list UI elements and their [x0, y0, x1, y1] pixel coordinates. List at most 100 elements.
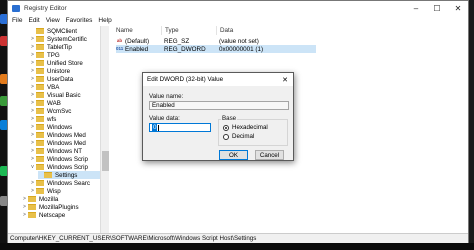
registry-tree[interactable]: SQMClient > SystemCertific > TabletTip > TP… [8, 26, 109, 233]
cancel-button[interactable]: Cancel [255, 150, 284, 160]
folder-icon [36, 180, 44, 186]
tree-item-settings[interactable]: Settings [38, 171, 100, 179]
value-name-label: Value name: [149, 93, 184, 100]
tree-item-label: wfs [47, 115, 57, 123]
tree-item-label: Unified Store [47, 59, 83, 67]
menu-help[interactable]: Help [98, 17, 111, 24]
list-item-enabled[interactable]: 011 Enabled REG_DWORD 0x00000001 (1) [116, 45, 316, 53]
radio-selected-icon[interactable] [223, 124, 229, 131]
expand-icon[interactable]: > [30, 84, 35, 90]
tree-item[interactable]: > WAB [30, 99, 61, 107]
text-caret [158, 124, 160, 131]
expand-icon[interactable]: > [30, 44, 35, 50]
tree-item[interactable]: > Windows NT [30, 147, 82, 155]
folder-icon [36, 156, 44, 162]
menu-file[interactable]: File [12, 17, 22, 24]
expand-icon[interactable]: > [30, 156, 35, 162]
tree-item[interactable]: > Visual Basic [30, 91, 81, 99]
maximize-icon[interactable]: ☐ [427, 1, 447, 15]
menu-edit[interactable]: Edit [28, 17, 39, 24]
expand-icon[interactable]: > [22, 212, 27, 218]
tree-item[interactable]: > Windows Scrip [30, 155, 88, 163]
folder-open-icon [36, 164, 44, 170]
value-name-field[interactable]: Enabled [149, 101, 289, 110]
expand-icon[interactable]: > [30, 124, 35, 130]
tree-item[interactable]: > Unistore [30, 67, 70, 75]
tree-item[interactable]: > VBA [30, 83, 59, 91]
tree-item[interactable]: > WcmSvc [30, 107, 71, 115]
expand-icon[interactable]: > [30, 100, 35, 106]
expand-icon[interactable]: > [30, 92, 35, 98]
expand-icon[interactable]: > [30, 148, 35, 154]
dialog-title[interactable]: Edit DWORD (32-bit) Value [143, 73, 293, 86]
tree-vertical-scrollbar[interactable] [100, 26, 109, 233]
expand-icon[interactable]: > [30, 36, 35, 42]
tree-item-label: VBA [47, 83, 60, 91]
value-data: 0x00000001 (1) [219, 45, 264, 53]
edit-dword-dialog: Edit DWORD (32-bit) Value ✕ Value name: … [142, 72, 294, 161]
taskbar [0, 243, 474, 250]
expand-icon[interactable]: > [30, 68, 35, 74]
tree-item-label: WAB [47, 99, 61, 107]
tree-item[interactable]: > Windows Med [30, 131, 86, 139]
expand-icon[interactable]: > [30, 76, 35, 82]
expand-icon[interactable]: > [30, 180, 35, 186]
value-data-input[interactable]: 0 [149, 123, 211, 132]
expand-icon[interactable]: > [30, 60, 35, 66]
tree-item[interactable]: > TPG [30, 51, 60, 59]
menu-favorites[interactable]: Favorites [66, 17, 93, 24]
tree-item[interactable]: > wfs [30, 115, 56, 123]
ok-button[interactable]: OK [219, 150, 248, 160]
tree-item[interactable]: v Windows Scrip [30, 163, 88, 171]
tree-item[interactable]: SQMClient [30, 27, 77, 35]
tree-item[interactable]: > MozillaPlugins [22, 203, 79, 211]
column-header-data[interactable]: Data [217, 26, 317, 35]
menu-view[interactable]: View [46, 17, 60, 24]
tree-item[interactable]: > Wisp [30, 187, 61, 195]
folder-icon [36, 92, 44, 98]
column-header-label: Data [220, 27, 234, 34]
radio-icon[interactable] [223, 133, 229, 140]
scroll-thumb[interactable] [102, 151, 109, 171]
tree-item[interactable]: > Netscape [22, 211, 65, 219]
tree-item-label: Windows Med [47, 131, 86, 139]
decimal-radio[interactable]: Decimal [223, 133, 254, 140]
tree-item-label: Windows Searc [47, 179, 90, 187]
expand-icon[interactable]: > [30, 132, 35, 138]
tree-item[interactable]: > Windows Searc [30, 179, 90, 187]
value-type: REG_DWORD [164, 45, 206, 53]
tree-item[interactable]: > Windows Med [30, 139, 86, 147]
column-header-label: Type [165, 27, 179, 34]
tree-item-label: SQMClient [47, 27, 77, 35]
status-bar-path: Computer\HKEY_CURRENT_USER\SOFTWARE\Micr… [8, 233, 468, 243]
hexadecimal-radio[interactable]: Hexadecimal [223, 124, 268, 131]
close-icon[interactable]: ✕ [280, 73, 290, 86]
folder-icon [36, 36, 44, 42]
tree-item[interactable]: > Mozilla [22, 195, 58, 203]
expand-icon[interactable]: > [30, 140, 35, 146]
expand-icon[interactable]: > [30, 52, 35, 58]
column-header-type[interactable]: Type [162, 26, 217, 35]
tree-item[interactable]: > UserData [30, 75, 73, 83]
tree-item-label: UserData [47, 75, 74, 83]
column-header-name[interactable]: Name [110, 26, 162, 35]
registry-editor-icon [12, 4, 20, 12]
tree-item[interactable]: > Windows [30, 123, 72, 131]
expand-icon[interactable]: > [22, 196, 27, 202]
folder-icon [36, 100, 44, 106]
tree-item[interactable]: > SystemCertific [30, 35, 87, 43]
expand-icon[interactable]: > [30, 188, 35, 194]
folder-icon [36, 188, 44, 194]
minimize-icon[interactable]: – [406, 1, 426, 15]
expand-icon[interactable]: > [30, 116, 35, 122]
expand-icon[interactable]: > [22, 204, 27, 210]
folder-icon [36, 140, 44, 146]
collapse-icon[interactable]: v [30, 164, 35, 170]
expand-icon[interactable]: > [30, 108, 35, 114]
close-icon[interactable]: ✕ [448, 1, 468, 15]
title-bar[interactable]: Registry Editor [8, 1, 468, 15]
tree-item[interactable]: > TabletTip [30, 43, 72, 51]
value-data-text: 0 [152, 124, 158, 131]
tree-item[interactable]: > Unified Store [30, 59, 83, 67]
list-item[interactable]: ab (Default) REG_SZ (value not set) [116, 37, 316, 45]
